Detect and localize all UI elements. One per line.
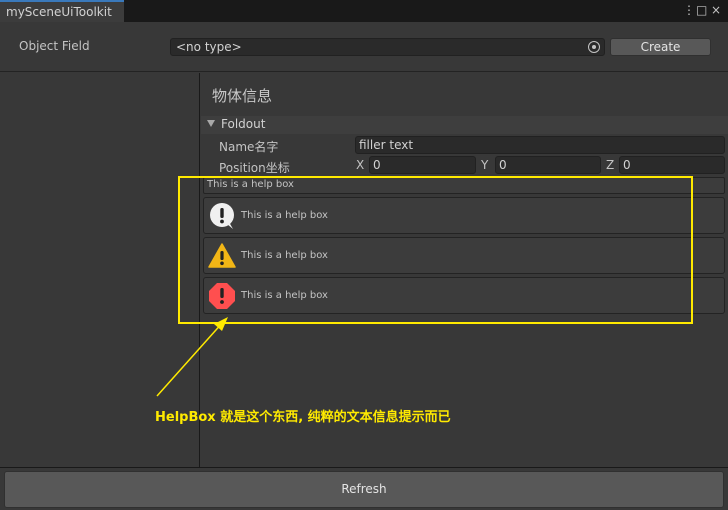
z-field[interactable]: 0 (619, 156, 725, 174)
refresh-button[interactable]: Refresh (4, 471, 724, 508)
z-field-value: 0 (623, 158, 631, 172)
foldout-header[interactable] (201, 116, 728, 134)
object-field-row: Object Field <no type> Create (0, 22, 728, 72)
footer: Refresh (0, 467, 728, 510)
name-label: Name名字 (219, 140, 279, 154)
x-field[interactable]: 0 (369, 156, 476, 174)
y-field[interactable]: 0 (495, 156, 601, 174)
y-field-value: 0 (499, 158, 507, 172)
annotation-highlight-box (178, 176, 693, 324)
close-icon[interactable]: × (711, 3, 721, 17)
foldout-label[interactable]: Foldout (221, 117, 265, 131)
more-options-icon[interactable]: ⋮ (683, 3, 695, 17)
foldout-arrow-icon[interactable] (207, 120, 215, 127)
x-field-value: 0 (373, 158, 381, 172)
window-tab-title: mySceneUiToolkit (6, 5, 112, 19)
object-picker-icon[interactable] (588, 41, 600, 53)
x-axis-label: X (356, 158, 365, 172)
name-field-value: filler text (359, 138, 414, 152)
object-field-label: Object Field (19, 39, 90, 53)
annotation-text: HelpBox 就是这个东西, 纯粹的文本信息提示而已 (155, 410, 451, 425)
object-field-input[interactable]: <no type> (170, 38, 605, 56)
maximize-icon[interactable]: □ (696, 3, 707, 17)
object-field-value: <no type> (176, 40, 242, 54)
y-axis-label: Y (481, 158, 489, 172)
section-title: 物体信息 (212, 87, 273, 105)
create-button[interactable]: Create (610, 38, 711, 56)
z-axis-label: Z (606, 158, 615, 172)
position-label: Position坐标 (219, 161, 290, 175)
name-field[interactable]: filler text (355, 136, 725, 154)
window-tab-bar: mySceneUiToolkit ⋮ □ × (0, 0, 728, 22)
window-tab[interactable]: mySceneUiToolkit (0, 0, 124, 22)
